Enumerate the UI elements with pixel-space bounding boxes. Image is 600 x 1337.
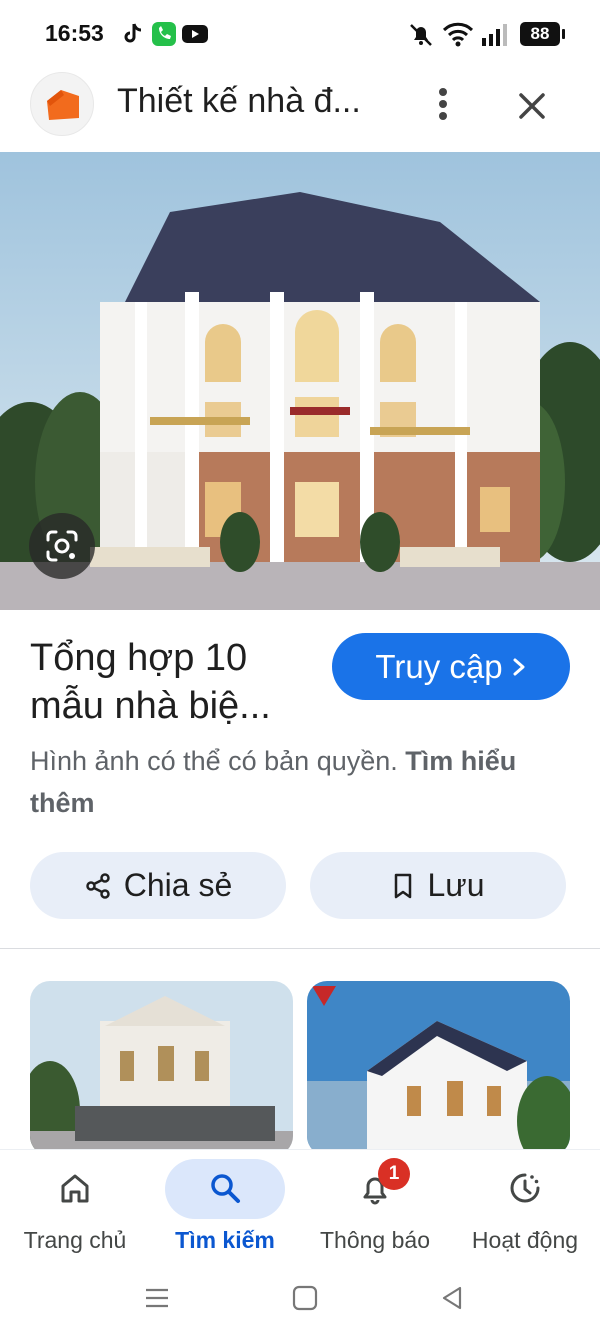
visit-button[interactable]: Truy cập bbox=[332, 633, 570, 700]
save-label: Lưu bbox=[427, 867, 485, 903]
copyright-notice: Hình ảnh có thể có bản quyền. Tìm hiểu t… bbox=[30, 740, 575, 824]
chevron-right-icon bbox=[513, 658, 525, 675]
nav-label-activity: Hoạt động bbox=[471, 1227, 579, 1253]
visit-button-label: Truy cập bbox=[375, 647, 503, 685]
tiktok-icon bbox=[124, 23, 142, 43]
share-label: Chia sẻ bbox=[123, 867, 233, 903]
related-image[interactable] bbox=[30, 981, 293, 1156]
nav-item-home[interactable]: Trang chủ bbox=[0, 1150, 150, 1268]
nav-item-search[interactable]: Tìm kiếm bbox=[150, 1150, 300, 1268]
site-logo[interactable] bbox=[30, 72, 94, 136]
bell-muted-icon bbox=[410, 24, 432, 46]
result-title[interactable]: Tổng hợp 10 mẫu nhà biệ... bbox=[30, 634, 320, 730]
bookmark-icon bbox=[395, 873, 412, 898]
youtube-icon bbox=[182, 25, 208, 43]
related-image[interactable] bbox=[307, 981, 570, 1156]
history-icon bbox=[510, 1173, 540, 1203]
share-icon bbox=[86, 872, 110, 899]
recent-apps-icon[interactable] bbox=[142, 1283, 172, 1313]
nav-item-notifications[interactable]: 1 Thông báo bbox=[300, 1150, 450, 1268]
notification-badge: 1 bbox=[378, 1158, 410, 1190]
battery-icon: 88 bbox=[520, 22, 565, 46]
divider bbox=[0, 948, 600, 949]
nav-label-search: Tìm kiếm bbox=[175, 1227, 275, 1253]
site-logo-house-icon bbox=[47, 90, 79, 120]
save-button[interactable]: Lưu bbox=[310, 852, 566, 919]
home-icon bbox=[61, 1174, 89, 1203]
related-villa-thumbnail bbox=[307, 981, 570, 1156]
page-title[interactable]: Thiết kế nhà đ... bbox=[117, 82, 377, 121]
close-button[interactable] bbox=[510, 84, 554, 128]
signal-icon bbox=[482, 24, 507, 46]
nav-label-home: Trang chủ bbox=[23, 1227, 127, 1253]
system-navigation-bar bbox=[0, 1267, 600, 1337]
google-lens-button[interactable] bbox=[29, 513, 95, 579]
close-icon bbox=[519, 93, 545, 119]
phone-icon bbox=[152, 22, 176, 46]
back-icon[interactable] bbox=[437, 1283, 467, 1313]
copyright-text: Hình ảnh có thể có bản quyền. bbox=[30, 746, 398, 776]
lens-icon bbox=[46, 530, 78, 562]
search-icon bbox=[211, 1174, 240, 1203]
home-button-icon[interactable] bbox=[290, 1283, 320, 1313]
status-time: 16:53 bbox=[45, 20, 104, 46]
nav-label-notifications: Thông báo bbox=[320, 1227, 430, 1253]
related-villa-thumbnail bbox=[30, 981, 293, 1156]
result-header: Thiết kế nhà đ... bbox=[0, 70, 600, 150]
result-image[interactable] bbox=[0, 152, 600, 610]
share-button[interactable]: Chia sẻ bbox=[30, 852, 286, 919]
more-vert-icon bbox=[439, 88, 447, 96]
more-options-button[interactable] bbox=[425, 82, 461, 126]
wifi-icon bbox=[442, 22, 474, 47]
nav-item-activity[interactable]: Hoạt động bbox=[450, 1150, 600, 1268]
bottom-navigation: Trang chủ Tìm kiếm 1 Thông báo Hoạt động bbox=[0, 1149, 600, 1267]
status-bar: 16:53 88 bbox=[0, 0, 600, 68]
